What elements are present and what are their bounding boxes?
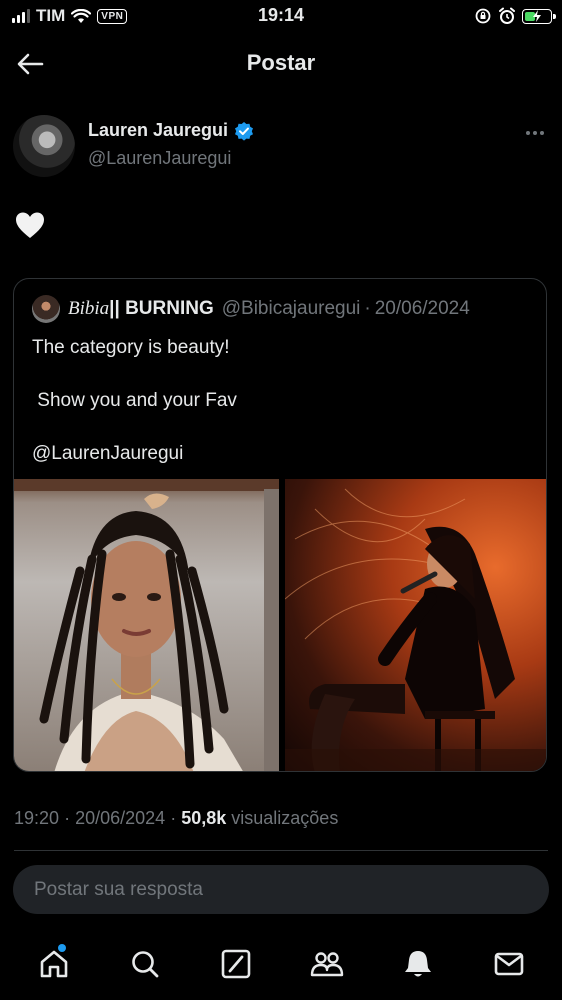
photo-stage-performer — [285, 488, 546, 771]
home-icon — [40, 950, 67, 978]
nav-messages[interactable] — [487, 942, 531, 986]
quoted-mention-link[interactable]: @LaurenJauregui — [32, 441, 237, 467]
nav-notifications[interactable] — [396, 942, 440, 986]
quoted-tweet-date: 20/06/2024 — [374, 298, 470, 319]
nav-home[interactable] — [32, 942, 76, 986]
nav-search[interactable] — [123, 942, 167, 986]
quoted-tweet-text: The category is beauty! Show you and you… — [32, 335, 237, 494]
views-count[interactable]: 50,8k — [181, 808, 226, 828]
grok-icon — [221, 949, 250, 979]
page-title: Postar — [246, 50, 316, 75]
tweet-info: 19:20 · 20/06/2024 · 50,8k visualizações — [14, 808, 338, 829]
quoted-text-line: The category is beauty! — [32, 337, 230, 358]
photo-portrait-girl — [14, 479, 279, 771]
author-handle[interactable]: @LaurenJauregui — [88, 148, 231, 169]
verified-badge-icon — [235, 121, 254, 141]
notifications-icon — [404, 951, 431, 977]
quoted-media-photo-2[interactable] — [285, 479, 546, 771]
author-name-row[interactable]: Lauren Jauregui — [88, 120, 254, 141]
nav-communities[interactable] — [305, 942, 349, 986]
author-name[interactable]: Lauren Jauregui — [88, 120, 228, 141]
alarm-icon — [499, 7, 515, 24]
quoted-tweet-header: Bibia|| BURNING @Bibicajauregui · 20/06/… — [32, 295, 470, 323]
quoted-media-photo-1[interactable] — [14, 479, 279, 771]
bottom-nav — [0, 935, 562, 993]
white-heart-icon — [16, 212, 44, 238]
quoted-author-avatar[interactable] — [32, 295, 60, 323]
reply-input[interactable] — [32, 877, 516, 902]
reply-box[interactable] — [13, 865, 549, 914]
orientation-lock-icon — [475, 8, 491, 24]
tweet-info-separator: · — [170, 808, 177, 828]
author-avatar[interactable] — [13, 115, 75, 177]
tweet-time: 19:20 — [14, 808, 60, 828]
communities-icon — [310, 952, 343, 977]
battery-icon — [522, 8, 556, 24]
quoted-meta-separator: · — [364, 298, 371, 319]
tweet-date: 20/06/2024 — [75, 808, 166, 828]
search-icon — [131, 951, 158, 978]
quoted-tweet-card[interactable]: Bibia|| BURNING @Bibicajauregui · 20/06/… — [13, 278, 547, 772]
divider — [14, 850, 548, 851]
tweet-info-separator: · — [64, 808, 71, 828]
messages-icon — [494, 952, 523, 976]
quoted-author-handle[interactable]: @Bibicajauregui — [222, 298, 361, 320]
quoted-author-name[interactable]: Bibia|| BURNING — [68, 298, 214, 320]
status-icons — [474, 5, 556, 27]
more-options-button[interactable] — [520, 126, 550, 140]
home-notification-dot — [57, 944, 66, 952]
views-label[interactable]: visualizações — [231, 808, 338, 828]
nav-grok[interactable] — [214, 942, 258, 986]
quoted-text-line: Show you and your Fav — [32, 390, 237, 411]
